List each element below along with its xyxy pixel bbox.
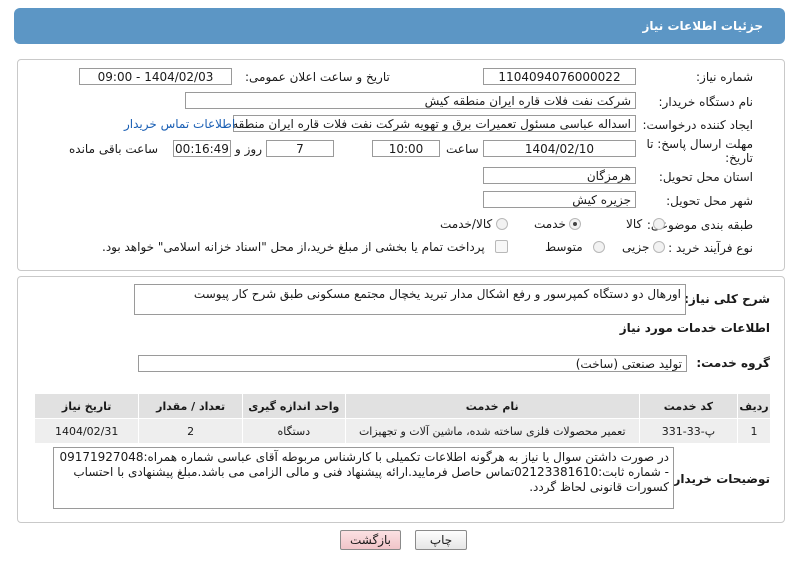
cell-unit: دستگاه — [241, 418, 346, 444]
process-radio-medium[interactable] — [593, 241, 605, 253]
days-field[interactable]: 7 — [266, 140, 334, 157]
payment-note: پرداخت تمام یا بخشی از مبلغ خرید،از محل … — [102, 240, 485, 254]
services-section-title: اطلاعات خدمات مورد نیاز — [619, 321, 770, 335]
summary-textarea[interactable]: اورهال دو دستگاه کمپرسور و رفع اشکال مدا… — [134, 284, 686, 315]
province-label: استان محل تحویل: — [658, 170, 753, 184]
deadline-label: مهلت ارسال پاسخ: تا — [646, 137, 753, 151]
buyer-notes-textarea[interactable]: در صورت داشتن سوال یا نیاز به هرگونه اطل… — [53, 447, 674, 509]
deadline-time-field[interactable]: 10:00 — [372, 140, 440, 157]
col-header-unit: واحد اندازه گیری — [241, 393, 346, 419]
city-label: شهر محل تحویل: — [666, 194, 753, 208]
col-header-code: کد خدمت — [638, 393, 739, 419]
remaining-label: ساعت باقی مانده — [69, 142, 159, 156]
back-button[interactable]: بازگشت — [340, 530, 401, 550]
need-number-label: شماره نیاز: — [696, 70, 753, 84]
buyer-notes-label: توضیحات خریدار: — [668, 472, 770, 486]
time-label: ساعت — [446, 142, 479, 156]
table-row: 1 پ-33-331 تعمیر محصولات فلزی ساخته شده،… — [33, 418, 771, 444]
creator-field[interactable]: اسداله عباسی مسئول تعمیرات برق و تهویه ش… — [233, 115, 636, 132]
service-group-field[interactable]: تولید صنعتی (ساخت) — [138, 355, 687, 372]
col-header-qty: تعداد / مقدار — [138, 393, 243, 419]
days-label: روز و — [235, 142, 262, 156]
col-header-name: نام خدمت — [344, 393, 640, 419]
cell-date: 1404/02/31 — [33, 418, 140, 444]
category-option-goods: کالا — [626, 217, 643, 231]
category-radio-goods-service[interactable] — [496, 218, 508, 230]
creator-label: ایجاد کننده درخواست: — [642, 118, 753, 132]
city-field[interactable]: جزیره کیش — [483, 191, 636, 208]
category-radio-goods[interactable] — [653, 218, 665, 230]
buyer-org-field[interactable]: شرکت نفت فلات قاره ایران منطقه کیش — [185, 92, 636, 109]
deadline-label-2: تاریخ: — [725, 151, 753, 165]
cell-row: 1 — [737, 418, 771, 444]
col-header-date: تاریخ نیاز — [33, 393, 140, 419]
province-field[interactable]: هرمزگان — [483, 167, 636, 184]
buyer-contact-link[interactable]: اطلاعات تماس خریدار — [124, 117, 235, 131]
services-table-header: ردیف کد خدمت نام خدمت واحد اندازه گیری ت… — [33, 393, 771, 419]
buyer-org-label: نام دستگاه خریدار: — [658, 95, 754, 109]
summary-label: شرح کلی نیاز: — [684, 292, 770, 306]
page-title: جزئیات اطلاعات نیاز — [642, 19, 763, 33]
payment-checkbox[interactable] — [495, 240, 508, 253]
announce-label: تاریخ و ساعت اعلان عمومی: — [245, 70, 390, 84]
services-table: ردیف کد خدمت نام خدمت واحد اندازه گیری ت… — [33, 393, 771, 444]
summary-text: اورهال دو دستگاه کمپرسور و رفع اشکال مدا… — [193, 287, 681, 301]
process-option-medium: متوسط — [545, 240, 583, 254]
print-button[interactable]: چاپ — [415, 530, 467, 550]
remaining-time-field[interactable]: 00:16:49 — [173, 140, 231, 157]
process-option-partial: جزیی — [622, 240, 650, 254]
cell-name: تعمیر محصولات فلزی ساخته شده، ماشین آلات… — [344, 418, 640, 444]
announce-field[interactable]: 1404/02/03 - 09:00 — [79, 68, 232, 85]
need-number-field[interactable]: 1104094076000022 — [483, 68, 636, 85]
category-option-service: خدمت — [534, 217, 566, 231]
category-option-goods-service: کالا/خدمت — [440, 217, 493, 231]
process-radio-partial[interactable] — [653, 241, 665, 253]
cell-qty: 2 — [138, 418, 243, 444]
process-label: نوع فرآیند خرید : — [668, 241, 753, 255]
buyer-notes-text: در صورت داشتن سوال یا نیاز به هرگونه اطل… — [59, 450, 669, 494]
deadline-date-field[interactable]: 1404/02/10 — [483, 140, 636, 157]
cell-code: پ-33-331 — [638, 418, 739, 444]
col-header-row: ردیف — [737, 393, 771, 419]
category-radio-service[interactable] — [569, 218, 581, 230]
service-group-label: گروه خدمت: — [696, 356, 770, 370]
page-header: جزئیات اطلاعات نیاز — [14, 8, 785, 44]
